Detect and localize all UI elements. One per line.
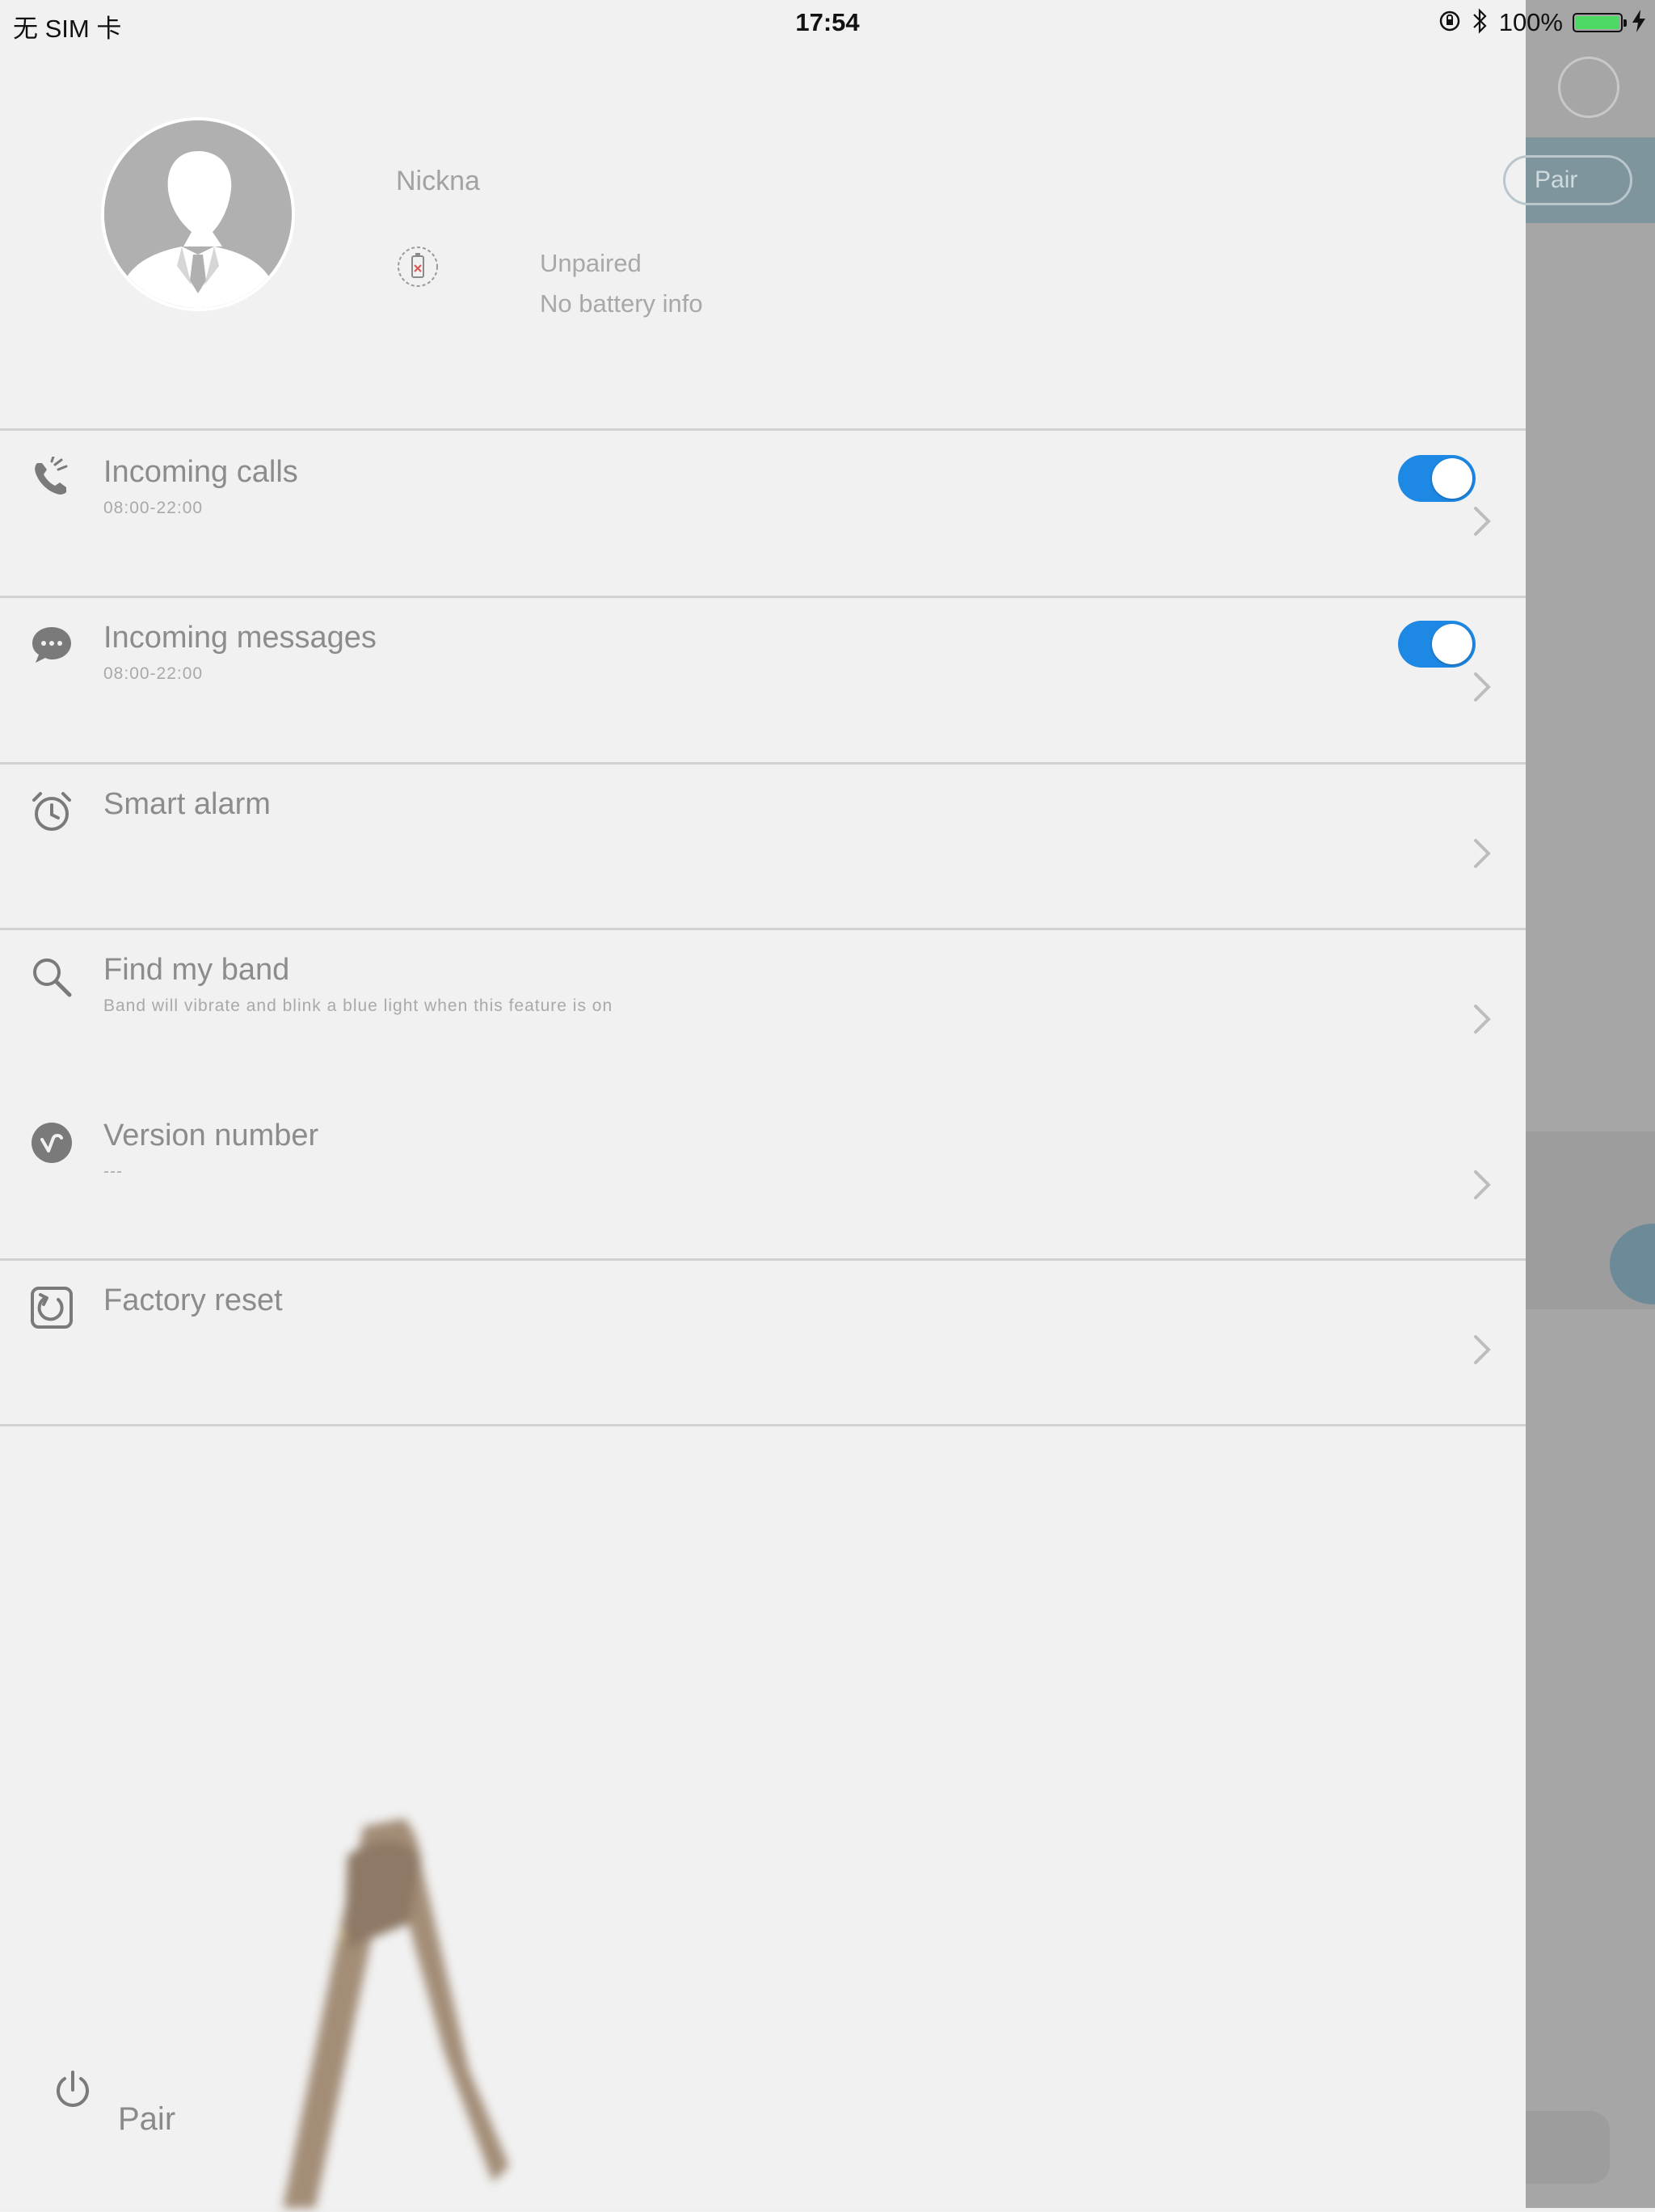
settings-row-find-my-band[interactable]: Find my band Band will vibrate and blink… [0,930,1526,1092]
battery-percent: 100% [1498,8,1563,36]
status-right-group: 100% [1438,6,1645,39]
bluetooth-icon [1472,7,1489,39]
chevron-right-icon [1471,1167,1495,1203]
chat-bubble-icon [29,622,74,668]
alarm-clock-icon [29,789,74,834]
row-title: Factory reset [103,1283,283,1317]
dim-overlay[interactable] [1526,0,1655,2208]
row-title: Find my band [103,953,290,987]
row-title: Smart alarm [103,787,271,821]
version-icon [29,1120,74,1165]
row-subtitle: 08:00-22:00 [103,664,204,683]
chevron-right-icon [1471,503,1495,539]
pair-status-text: Unpaired [540,249,642,277]
toggle-knob [1432,458,1472,499]
incoming-messages-toggle[interactable] [1398,621,1476,668]
magnifier-icon [29,954,74,1000]
nickname-label[interactable]: Nickna [396,166,480,197]
chevron-right-icon [1471,669,1495,705]
reset-icon [29,1285,74,1330]
row-title: Incoming calls [103,455,298,489]
background-bottom-button [1526,2111,1610,2184]
pair-button[interactable]: Pair [118,2101,175,2138]
person-silhouette-icon [104,120,292,308]
settings-row-smart-alarm[interactable]: Smart alarm [0,765,1526,926]
phone-ring-icon [29,455,74,502]
settings-row-incoming-messages[interactable]: Incoming messages 08:00-22:00 [0,598,1526,760]
row-title: Incoming messages [103,621,377,655]
divider [0,428,1526,431]
orientation-lock-icon [1438,9,1462,37]
settings-row-version-number[interactable]: Version number --- [0,1096,1526,1258]
row-subtitle: 08:00-22:00 [103,499,204,517]
row-title: Version number [103,1119,319,1152]
status-bar: 无 SIM 卡 17:54 100% [0,0,1655,45]
divider [0,1424,1526,1426]
settings-row-incoming-calls[interactable]: Incoming calls 08:00-22:00 [0,432,1526,594]
toggle-knob [1432,624,1472,664]
battery-icon [1573,13,1627,32]
profile-avatar[interactable] [101,117,295,311]
side-drawer: Nickna Unpaired No battery info Incoming… [0,0,1526,2208]
incoming-calls-toggle[interactable] [1398,455,1476,502]
band-image [267,1810,525,2208]
row-subtitle: --- [103,1162,123,1181]
chevron-right-icon [1471,1001,1495,1037]
chevron-right-icon [1471,836,1495,871]
charging-bolt-icon [1632,9,1645,36]
battery-unknown-icon [396,245,440,289]
battery-info-text: No battery info [540,289,703,318]
chevron-right-icon [1471,1332,1495,1367]
clock-label: 17:54 [795,8,860,36]
background-avatar-icon [1558,57,1619,118]
row-subtitle: Band will vibrate and blink a blue light… [103,996,613,1015]
power-icon[interactable] [50,2067,95,2113]
settings-row-factory-reset[interactable]: Factory reset [0,1261,1526,1422]
battery-fill [1576,16,1619,29]
background-pair-button: Pair [1503,155,1632,205]
